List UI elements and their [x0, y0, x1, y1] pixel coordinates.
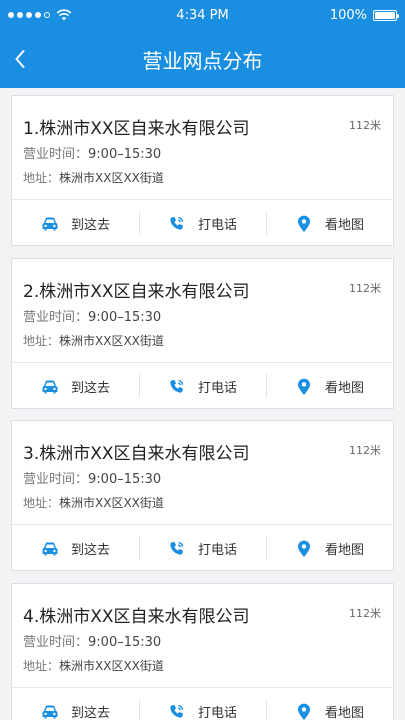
hours-value: 9:00–15:30 — [88, 147, 162, 162]
signal-dot — [26, 12, 32, 18]
signal-dot — [17, 12, 23, 18]
navigate-button[interactable]: 到这去 — [12, 363, 139, 410]
address-label: 地址： — [23, 171, 60, 185]
call-button[interactable]: 打电话 — [139, 525, 266, 572]
car-icon — [41, 540, 59, 558]
location-pin-icon — [295, 540, 313, 558]
hours-label: 营业时间： — [23, 147, 89, 162]
hours-value: 9:00–15:30 — [88, 635, 162, 650]
battery-percent: 100% — [329, 7, 367, 23]
navigate-label: 到这去 — [70, 381, 110, 396]
location-pin-icon — [295, 378, 313, 396]
page-title: 营业网点分布 — [142, 48, 263, 73]
navigate-label: 到这去 — [70, 218, 110, 233]
branch-address: 地址：株洲市XX区XX街道 — [23, 494, 164, 511]
nav-bar: 营业网点分布 — [0, 30, 405, 88]
branch-hours: 营业时间：9:00–15:30 — [23, 143, 161, 162]
branch-name: 4.株洲市XX区自来水有限公司 — [23, 607, 250, 627]
phone-icon — [168, 703, 186, 720]
status-left — [8, 9, 72, 21]
view-map-label: 看地图 — [324, 543, 364, 558]
branch-name: 1.株洲市XX区自来水有限公司 — [23, 119, 250, 139]
hours-value: 9:00–15:30 — [88, 310, 162, 325]
back-button[interactable] — [0, 30, 40, 88]
view-map-label: 看地图 — [324, 381, 364, 396]
address-value: 株洲市XX区XX街道 — [59, 659, 164, 673]
branch-distance: 112米 — [349, 607, 381, 620]
address-value: 株洲市XX区XX街道 — [59, 496, 164, 510]
call-label: 打电话 — [197, 381, 237, 396]
branch-name: 3.株洲市XX区自来水有限公司 — [23, 444, 250, 464]
branch-distance: 112米 — [349, 119, 381, 132]
car-icon — [41, 215, 59, 233]
status-right: 100% — [329, 7, 399, 23]
branch-card-body[interactable]: 1.株洲市XX区自来水有限公司 112米 营业时间：9:00–15:30 地址：… — [12, 96, 393, 198]
signal-dot — [44, 12, 50, 18]
battery-icon — [373, 9, 399, 21]
top-bar: 4:34 PM 100% 营业网点分布 — [0, 0, 405, 88]
hours-value: 9:00–15:30 — [88, 472, 162, 487]
branch-name: 2.株洲市XX区自来水有限公司 — [23, 282, 250, 302]
address-value: 株洲市XX区XX街道 — [59, 334, 164, 348]
call-label: 打电话 — [197, 543, 237, 558]
hours-label: 营业时间： — [23, 310, 89, 325]
navigate-label: 到这去 — [70, 706, 110, 720]
phone-icon — [168, 540, 186, 558]
branch-hours: 营业时间：9:00–15:30 — [23, 468, 161, 487]
branch-card: 1.株洲市XX区自来水有限公司 112米 营业时间：9:00–15:30 地址：… — [11, 95, 394, 246]
navigate-button[interactable]: 到这去 — [12, 688, 139, 720]
view-map-label: 看地图 — [324, 218, 364, 233]
card-actions: 到这去 打电话 看地图 — [12, 525, 393, 572]
call-label: 打电话 — [197, 218, 237, 233]
branch-address: 地址：株洲市XX区XX街道 — [23, 657, 164, 674]
signal-dot — [8, 12, 14, 18]
branch-card: 2.株洲市XX区自来水有限公司 112米 营业时间：9:00–15:30 地址：… — [11, 258, 394, 409]
branch-address: 地址：株洲市XX区XX街道 — [23, 169, 164, 186]
branch-card-body[interactable]: 4.株洲市XX区自来水有限公司 112米 营业时间：9:00–15:30 地址：… — [12, 584, 393, 686]
view-map-button[interactable]: 看地图 — [266, 525, 393, 572]
card-actions: 到这去 打电话 看地图 — [12, 200, 393, 247]
chevron-left-icon — [15, 50, 25, 68]
phone-icon — [168, 215, 186, 233]
branch-distance: 112米 — [349, 282, 381, 295]
wifi-icon — [56, 9, 72, 21]
branch-card-body[interactable]: 3.株洲市XX区自来水有限公司 112米 营业时间：9:00–15:30 地址：… — [12, 421, 393, 523]
hours-label: 营业时间： — [23, 472, 89, 487]
branch-card-body[interactable]: 2.株洲市XX区自来水有限公司 112米 营业时间：9:00–15:30 地址：… — [12, 259, 393, 361]
navigate-label: 到这去 — [70, 543, 110, 558]
signal-strength-icon — [8, 12, 50, 18]
battery-level — [375, 11, 395, 19]
call-button[interactable]: 打电话 — [139, 688, 266, 720]
view-map-button[interactable]: 看地图 — [266, 688, 393, 720]
address-value: 株洲市XX区XX街道 — [59, 171, 164, 185]
status-bar: 4:34 PM 100% — [0, 0, 405, 30]
navigate-button[interactable]: 到这去 — [12, 525, 139, 572]
branch-hours: 营业时间：9:00–15:30 — [23, 306, 161, 325]
address-label: 地址： — [23, 659, 60, 673]
call-label: 打电话 — [197, 706, 237, 720]
branch-card: 4.株洲市XX区自来水有限公司 112米 营业时间：9:00–15:30 地址：… — [11, 583, 394, 720]
card-actions: 到这去 打电话 看地图 — [12, 688, 393, 720]
card-actions: 到这去 打电话 看地图 — [12, 363, 393, 410]
address-label: 地址： — [23, 496, 60, 510]
call-button[interactable]: 打电话 — [139, 363, 266, 410]
branch-distance: 112米 — [349, 444, 381, 457]
view-map-button[interactable]: 看地图 — [266, 363, 393, 410]
call-button[interactable]: 打电话 — [139, 200, 266, 247]
car-icon — [41, 703, 59, 720]
phone-icon — [168, 378, 186, 396]
address-label: 地址： — [23, 334, 60, 348]
view-map-button[interactable]: 看地图 — [266, 200, 393, 247]
car-icon — [41, 378, 59, 396]
hours-label: 营业时间： — [23, 635, 89, 650]
signal-dot — [35, 12, 41, 18]
location-pin-icon — [295, 215, 313, 233]
navigate-button[interactable]: 到这去 — [12, 200, 139, 247]
location-pin-icon — [295, 703, 313, 720]
branch-hours: 营业时间：9:00–15:30 — [23, 631, 161, 650]
branch-card: 3.株洲市XX区自来水有限公司 112米 营业时间：9:00–15:30 地址：… — [11, 420, 394, 571]
view-map-label: 看地图 — [324, 706, 364, 720]
branch-address: 地址：株洲市XX区XX街道 — [23, 332, 164, 349]
